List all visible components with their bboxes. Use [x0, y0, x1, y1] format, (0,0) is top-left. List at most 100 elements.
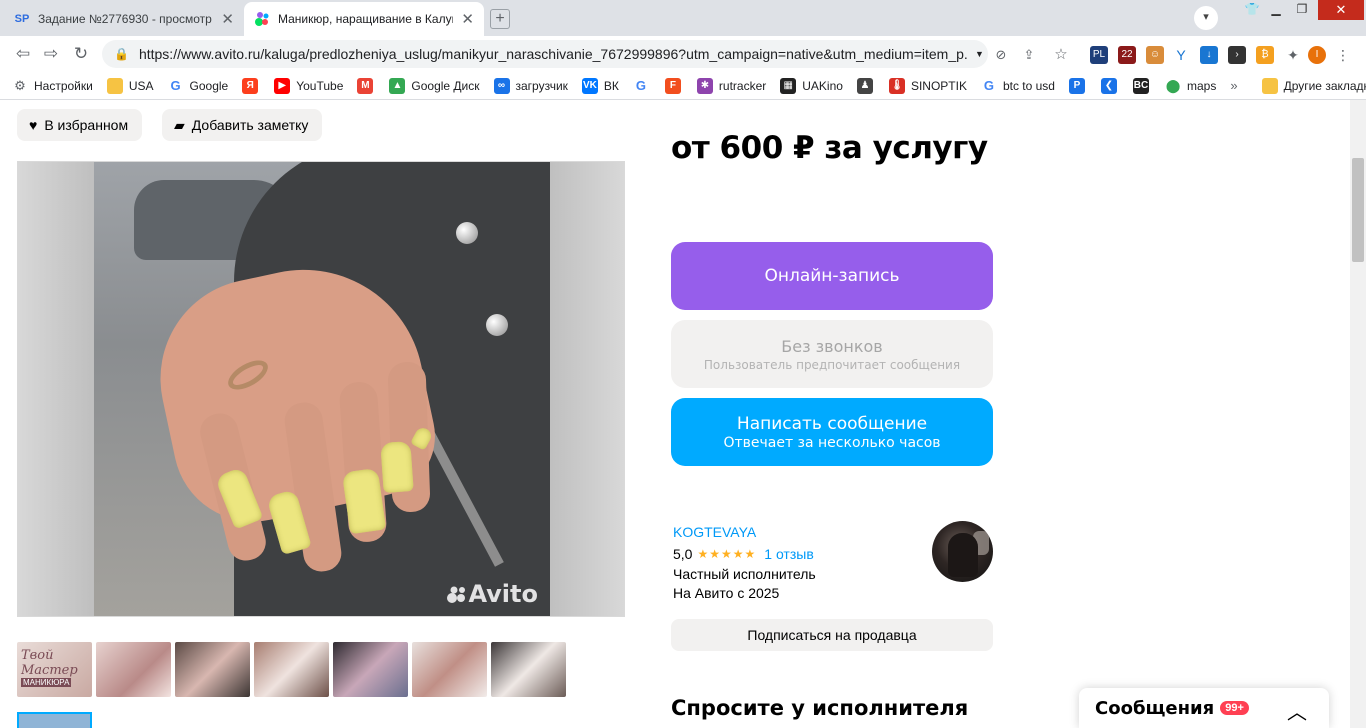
seller-name-link[interactable]: KOGTEVAYA — [673, 524, 756, 540]
close-tab-icon[interactable]: ✕ — [221, 10, 234, 28]
drive-icon: ▲ — [389, 77, 406, 94]
address-bar[interactable]: 🔒 https://www.avito.ru/kaluga/predlozhen… — [102, 40, 988, 68]
extension-face-icon[interactable]: ☺ — [1146, 46, 1164, 64]
bookmark-item[interactable]: BC — [1132, 77, 1155, 94]
bookmark-item[interactable]: ✱ rutracker — [696, 77, 766, 94]
customize-icon[interactable]: 👕 — [1240, 0, 1264, 20]
maximize-icon[interactable]: ❐ — [1290, 0, 1314, 20]
bookmark-label: maps — [1186, 78, 1217, 93]
extension-pl-icon[interactable]: PL — [1090, 46, 1108, 64]
thumbnail[interactable]: Твой Мастер МАНИКЮРА — [17, 642, 92, 697]
profile-avatar-icon[interactable]: I — [1308, 46, 1326, 64]
favorite-button[interactable]: ♥ В избранном — [17, 109, 143, 141]
tab-task[interactable]: SP Задание №2776930 - просмотр з ✕ — [4, 2, 244, 36]
share-icon[interactable]: ⇪ — [1020, 46, 1038, 64]
write-message-button[interactable]: Написать сообщение Отвечает за несколько… — [671, 398, 993, 466]
bookmark-item[interactable]: ▦ UAKino — [780, 77, 843, 94]
listing-page: ♥ В избранном ▰ Добавить заметку Avito Т… — [0, 100, 1350, 728]
dropdown-icon[interactable]: ▼ — [975, 49, 984, 59]
page-scrollbar[interactable] — [1350, 100, 1366, 728]
scrollbar-thumb[interactable] — [1352, 158, 1364, 262]
messages-title: Сообщения — [1095, 697, 1215, 719]
menu-icon[interactable]: ⋮ — [1334, 46, 1352, 64]
other-bookmarks-label: Другие закладки — [1283, 78, 1366, 93]
bookmark-item[interactable]: ▲ Google Диск — [389, 77, 480, 94]
messages-widget[interactable]: Сообщения 99+ ︿ — [1079, 688, 1329, 728]
back-arrow-icon[interactable]: ⇦ — [12, 44, 34, 64]
main-photo[interactable]: Avito — [17, 161, 625, 617]
bookmark-item[interactable]: ⚙ Настройки — [12, 78, 93, 94]
bookmark-item[interactable]: Gbtc to usd — [981, 78, 1055, 94]
bookmark-item[interactable]: F — [664, 77, 687, 94]
bookmark-item[interactable]: G Google — [168, 78, 229, 94]
close-tab-icon[interactable]: ✕ — [461, 10, 474, 28]
extension-arrow-icon[interactable]: › — [1228, 46, 1246, 64]
seller-since: На Авито с 2025 — [673, 585, 780, 601]
reviews-link[interactable]: 1 отзыв — [764, 546, 814, 562]
heart-icon: ♥ — [29, 117, 38, 133]
extension-22-icon[interactable]: 22 — [1118, 46, 1136, 64]
no-calls-button[interactable]: Без звонков Пользователь предпочитает со… — [671, 320, 993, 388]
bookmark-item[interactable]: ▶ YouTube — [274, 77, 343, 94]
photo-nail — [380, 441, 414, 493]
tab-avito[interactable]: Маникюр, наращивание в Калуге ✕ — [244, 2, 484, 36]
thumbnail[interactable] — [491, 642, 566, 697]
subscribe-button[interactable]: Подписаться на продавца — [671, 619, 993, 651]
seller-avatar[interactable] — [932, 521, 993, 582]
bookmark-label: UAKino — [802, 78, 843, 93]
bookmark-item[interactable]: USA — [106, 77, 154, 94]
avatar-figure — [948, 533, 978, 577]
bookmark-item[interactable]: ❮ — [1100, 77, 1123, 94]
bookmark-label: SINOPTIK — [910, 78, 967, 93]
bookmark-item[interactable]: ♟ — [856, 77, 879, 94]
reload-icon[interactable]: ↻ — [70, 44, 92, 64]
url-text[interactable]: https://www.avito.ru/kaluga/predlozheniy… — [139, 46, 969, 62]
response-time: Отвечает за несколько часов — [723, 434, 941, 451]
new-tab-icon[interactable]: + — [490, 9, 510, 29]
bookmark-item[interactable]: M — [357, 77, 379, 94]
rutracker-icon: ✱ — [696, 77, 713, 94]
thumbnail[interactable] — [333, 642, 408, 697]
bookmark-label: Google Диск — [411, 78, 480, 93]
minimize-icon[interactable]: ▁ — [1264, 0, 1288, 20]
extension-y-icon[interactable]: Y — [1172, 46, 1190, 64]
bookmark-item[interactable]: Я — [242, 77, 264, 94]
online-booking-label: Онлайн-запись — [764, 266, 900, 286]
extensions-puzzle-icon[interactable]: ✦ — [1284, 46, 1302, 64]
chevron-up-icon[interactable]: ︿ — [1287, 696, 1307, 725]
bookmark-item[interactable]: P — [1068, 77, 1091, 94]
window-close-icon[interactable]: ✕ — [1318, 0, 1364, 20]
online-booking-button[interactable]: Онлайн-запись — [671, 242, 993, 310]
thumbnail[interactable] — [175, 642, 250, 697]
messages-badge: 99+ — [1220, 701, 1249, 715]
bookmarks-more[interactable]: » — [1230, 78, 1237, 93]
bookmark-item[interactable]: ∞ загрузчик — [493, 77, 568, 94]
tab-search-icon[interactable]: ▾ — [1194, 6, 1218, 30]
person-icon: ♟ — [856, 77, 873, 94]
bookmark-item[interactable]: G — [633, 78, 655, 94]
notifications-blocked-icon[interactable]: ⊘ — [992, 46, 1010, 64]
extension-coin-icon[interactable]: ₿ — [1256, 46, 1274, 64]
thumbnail[interactable] — [254, 642, 329, 697]
add-note-button[interactable]: ▰ Добавить заметку — [162, 109, 323, 141]
bookmark-item[interactable]: ⬤ maps — [1165, 78, 1217, 94]
folder-icon — [106, 77, 123, 94]
bookmark-label: btc to usd — [1002, 78, 1055, 93]
other-bookmarks[interactable]: Другие закладки — [1261, 77, 1366, 94]
write-message-label: Написать сообщение — [736, 413, 928, 434]
bookmark-label: Google — [189, 78, 229, 93]
loader-icon: ∞ — [493, 77, 510, 94]
thumbnail-selected[interactable] — [17, 712, 92, 728]
thumbnail[interactable] — [412, 642, 487, 697]
bookmark-item[interactable]: VK ВК — [581, 77, 619, 94]
thumbnail[interactable] — [96, 642, 171, 697]
forward-arrow-icon[interactable]: ⇨ — [40, 44, 62, 64]
bookmark-label: Настройки — [34, 78, 93, 93]
lock-icon[interactable]: 🔒 — [114, 47, 129, 61]
bookmark-star-icon[interactable]: ☆ — [1052, 46, 1070, 64]
tab-title: Маникюр, наращивание в Калуге — [278, 12, 454, 26]
bookmark-item[interactable]: 🌡 SINOPTIK — [888, 77, 967, 94]
extension-download-icon[interactable]: ↓ — [1200, 46, 1218, 64]
bookmark-label: USA — [128, 78, 154, 93]
gmail-icon: M — [357, 77, 374, 94]
